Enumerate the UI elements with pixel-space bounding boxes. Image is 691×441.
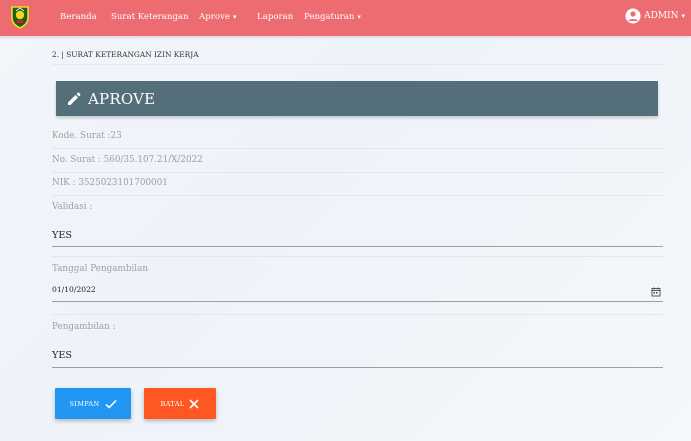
save-button[interactable]: SIMPAN (55, 388, 131, 419)
no-surat-text: No. Surat : 560/35.107.21/X/2022 (52, 155, 203, 165)
close-icon (189, 398, 200, 409)
validasi-label: Validasi : (52, 202, 93, 212)
user-circle-icon (625, 8, 641, 24)
caret-down-icon: ▾ (357, 13, 361, 21)
page-title: APROVE (88, 89, 156, 108)
nav-beranda[interactable]: Beranda (60, 12, 97, 22)
tanggal-input[interactable]: 01/10/2022 (52, 285, 96, 294)
kode-surat-text: Kode. Surat :23 (52, 131, 122, 141)
admin-label: ADMIN (644, 11, 679, 21)
divider (52, 314, 663, 315)
calendar-icon[interactable] (651, 282, 661, 301)
caret-down-icon: ▾ (232, 13, 237, 21)
pencil-icon (68, 92, 81, 105)
divider (52, 148, 663, 149)
caret-down-icon: ▾ (681, 12, 685, 20)
tanggal-label: Tanggal Pengambilan (52, 264, 148, 274)
divider (52, 64, 663, 65)
tanggal-underline (52, 301, 663, 302)
pengambilan-underline (52, 367, 663, 368)
breadcrumb: 2. | SURAT KETERANGAN IZIN KERJA (52, 50, 199, 59)
pengambilan-select[interactable]: YES (52, 350, 72, 361)
page-header-card: APROVE (56, 81, 658, 116)
nik-text: NIK : 3525023101700001 (52, 178, 168, 188)
cancel-button[interactable]: BATAL (144, 388, 216, 419)
nav-laporan[interactable]: Laporan (257, 12, 293, 22)
divider (52, 256, 663, 257)
divider (52, 195, 663, 196)
cancel-button-label: BATAL (160, 399, 185, 408)
admin-user-menu[interactable]: ADMIN ▾ (625, 8, 685, 24)
top-navbar: Beranda Surat Keterangan Aprove ▾ Laporan… (0, 0, 691, 36)
nav-pengaturan-dropdown[interactable]: Pengaturan ▾ (304, 12, 361, 22)
pengambilan-label: Pengambilan : (52, 322, 116, 332)
save-button-label: SIMPAN (69, 399, 100, 408)
check-icon (104, 399, 117, 409)
nav-surat-keterangan[interactable]: Surat Keterangan (111, 12, 189, 22)
divider (52, 172, 663, 173)
validasi-select[interactable]: YES (52, 230, 72, 241)
logo-icon[interactable] (8, 5, 32, 29)
nav-aprove-dropdown[interactable]: Aprove ▾ (199, 12, 236, 22)
validasi-underline (52, 246, 663, 247)
